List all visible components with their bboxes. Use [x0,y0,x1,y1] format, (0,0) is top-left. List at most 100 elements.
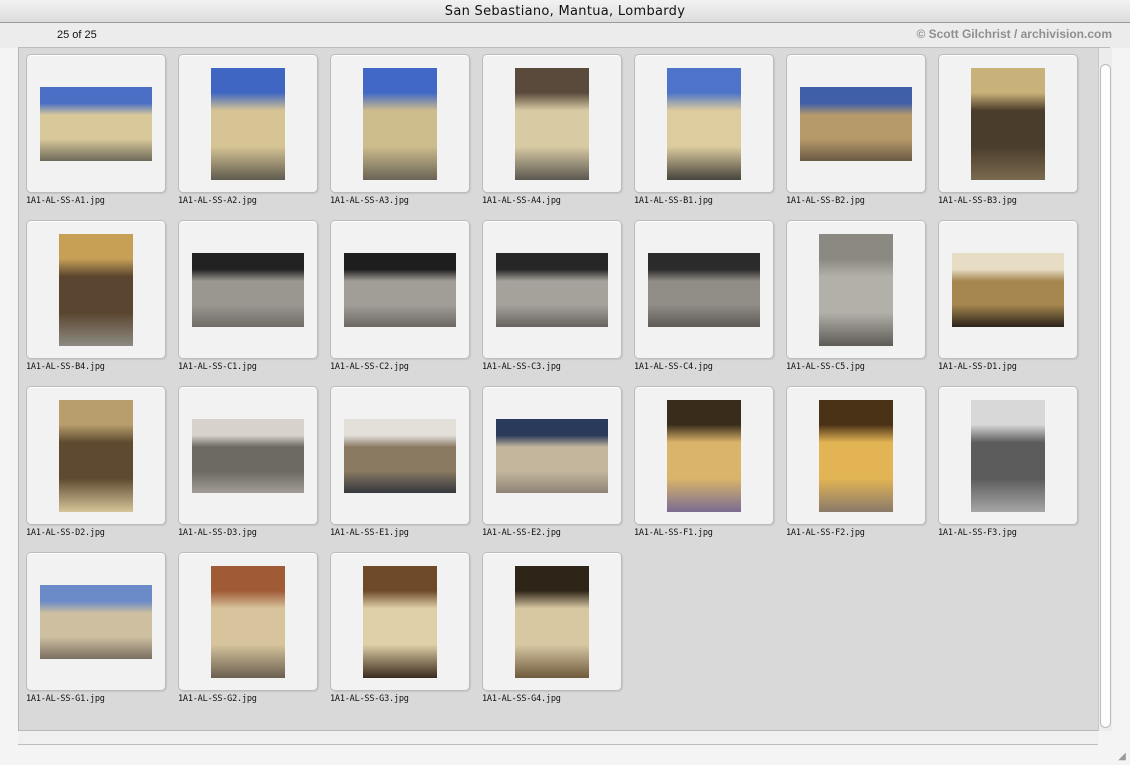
thumbnail-frame[interactable] [330,54,470,193]
thumbnail-filename: 1A1-AL-SS-A2.jpg [178,196,257,206]
thumbnail-image[interactable] [496,418,608,493]
thumbnail-image[interactable] [192,252,304,327]
thumbnail-image[interactable] [363,565,437,678]
thumbnail-item[interactable]: 1A1-AL-SS-C5.jpg [785,220,937,386]
thumbnail-item[interactable]: 1A1-AL-SS-G2.jpg [177,552,329,718]
thumbnail-image[interactable] [59,399,133,512]
thumbnail-frame[interactable] [634,54,774,193]
thumbnail-filename: 1A1-AL-SS-F1.jpg [634,528,713,538]
thumbnail-frame[interactable] [26,552,166,691]
thumbnail-image[interactable] [819,233,893,346]
thumbnail-image[interactable] [800,86,912,161]
thumbnail-frame[interactable] [938,220,1078,359]
thumbnail-item[interactable]: 1A1-AL-SS-E1.jpg [329,386,481,552]
thumbnail-item[interactable]: 1A1-AL-SS-C2.jpg [329,220,481,386]
thumbnail-item[interactable]: 1A1-AL-SS-C1.jpg [177,220,329,386]
thumbnail-item[interactable]: 1A1-AL-SS-G3.jpg [329,552,481,718]
thumbnail-image[interactable] [344,418,456,493]
thumbnail-image[interactable] [211,67,285,180]
thumbnail-frame[interactable] [634,220,774,359]
thumbnail-frame[interactable] [26,220,166,359]
thumbnail-frame[interactable] [786,54,926,193]
thumbnail-item[interactable]: 1A1-AL-SS-F3.jpg [937,386,1089,552]
thumbnail-frame[interactable] [178,54,318,193]
thumbnail-item[interactable]: 1A1-AL-SS-G1.jpg [25,552,177,718]
thumbnail-filename: 1A1-AL-SS-B3.jpg [938,196,1017,206]
thumbnail-frame[interactable] [26,54,166,193]
thumbnail-image[interactable] [819,399,893,512]
thumbnail-item[interactable]: 1A1-AL-SS-E2.jpg [481,386,633,552]
thumbnail-image[interactable] [59,233,133,346]
thumbnail-image[interactable] [344,252,456,327]
thumbnail-item[interactable]: 1A1-AL-SS-B1.jpg [633,54,785,220]
thumbnail-item[interactable]: 1A1-AL-SS-A1.jpg [25,54,177,220]
thumbnail-filename: 1A1-AL-SS-A4.jpg [482,196,561,206]
thumbnail-item[interactable]: 1A1-AL-SS-F1.jpg [633,386,785,552]
thumbnail-frame[interactable] [26,386,166,525]
thumbnail-filename: 1A1-AL-SS-F2.jpg [786,528,865,538]
thumbnail-filename: 1A1-AL-SS-C3.jpg [482,362,561,372]
thumbnail-item[interactable]: 1A1-AL-SS-C3.jpg [481,220,633,386]
thumbnail-image[interactable] [667,67,741,180]
thumbnail-image[interactable] [971,67,1045,180]
thumbnail-image[interactable] [667,399,741,512]
image-count: 25 of 25 [57,29,97,41]
vertical-scrollbar[interactable] [1098,48,1112,731]
thumbnail-frame[interactable] [482,220,622,359]
thumbnail-image[interactable] [40,86,152,161]
thumbnail-frame[interactable] [786,386,926,525]
thumbnail-item[interactable]: 1A1-AL-SS-C4.jpg [633,220,785,386]
thumbnail-filename: 1A1-AL-SS-C2.jpg [330,362,409,372]
thumbnail-item[interactable]: 1A1-AL-SS-D2.jpg [25,386,177,552]
resize-grip-icon[interactable]: ◢ [1116,751,1128,763]
thumbnail-grid: 1A1-AL-SS-A1.jpg 1A1-AL-SS-A2.jpg 1A1-AL-S… [25,54,1089,718]
thumbnail-filename: 1A1-AL-SS-E1.jpg [330,528,409,538]
thumbnail-item[interactable]: 1A1-AL-SS-B4.jpg [25,220,177,386]
thumbnail-filename: 1A1-AL-SS-C5.jpg [786,362,865,372]
thumbnail-frame[interactable] [178,386,318,525]
thumbnail-frame[interactable] [634,386,774,525]
thumbnail-filename: 1A1-AL-SS-D3.jpg [178,528,257,538]
thumbnail-frame[interactable] [482,54,622,193]
thumbnail-item[interactable]: 1A1-AL-SS-A3.jpg [329,54,481,220]
thumbnail-image[interactable] [363,67,437,180]
thumbnail-item[interactable]: 1A1-AL-SS-D3.jpg [177,386,329,552]
thumbnail-image[interactable] [211,565,285,678]
thumbnail-filename: 1A1-AL-SS-D1.jpg [938,362,1017,372]
thumbnail-frame[interactable] [482,386,622,525]
thumbnail-frame[interactable] [330,552,470,691]
thumbnail-item[interactable]: 1A1-AL-SS-A2.jpg [177,54,329,220]
thumbnail-item[interactable]: 1A1-AL-SS-G4.jpg [481,552,633,718]
thumbnail-item[interactable]: 1A1-AL-SS-F2.jpg [785,386,937,552]
thumbnail-image[interactable] [515,67,589,180]
thumbnail-item[interactable]: 1A1-AL-SS-A4.jpg [481,54,633,220]
thumbnail-image[interactable] [192,418,304,493]
thumbnail-filename: 1A1-AL-SS-C1.jpg [178,362,257,372]
thumbnail-frame[interactable] [482,552,622,691]
photo-credit: © Scott Gilchrist / archivision.com [916,27,1112,41]
thumbnail-filename: 1A1-AL-SS-G3.jpg [330,694,409,704]
thumbnail-frame[interactable] [330,386,470,525]
horizontal-scrollbar[interactable] [18,731,1098,745]
thumbnail-frame[interactable] [178,552,318,691]
thumbnail-image[interactable] [515,565,589,678]
thumbnail-item[interactable]: 1A1-AL-SS-D1.jpg [937,220,1089,386]
thumbnail-item[interactable]: 1A1-AL-SS-B2.jpg [785,54,937,220]
thumbnail-filename: 1A1-AL-SS-E2.jpg [482,528,561,538]
thumbnail-image[interactable] [496,252,608,327]
thumbnail-filename: 1A1-AL-SS-D2.jpg [26,528,105,538]
thumbnail-frame[interactable] [178,220,318,359]
thumbnail-image[interactable] [40,584,152,659]
thumbnail-filename: 1A1-AL-SS-A3.jpg [330,196,409,206]
thumbnail-frame[interactable] [938,54,1078,193]
thumbnail-frame[interactable] [938,386,1078,525]
vertical-scrollbar-thumb[interactable] [1100,64,1111,728]
thumbnail-item[interactable]: 1A1-AL-SS-B3.jpg [937,54,1089,220]
thumbnail-frame[interactable] [330,220,470,359]
thumbnail-image[interactable] [952,252,1064,327]
window-title-bar[interactable]: San Sebastiano, Mantua, Lombardy [0,0,1130,23]
thumbnail-frame[interactable] [786,220,926,359]
thumbnail-filename: 1A1-AL-SS-A1.jpg [26,196,105,206]
thumbnail-image[interactable] [971,399,1045,512]
thumbnail-image[interactable] [648,252,760,327]
